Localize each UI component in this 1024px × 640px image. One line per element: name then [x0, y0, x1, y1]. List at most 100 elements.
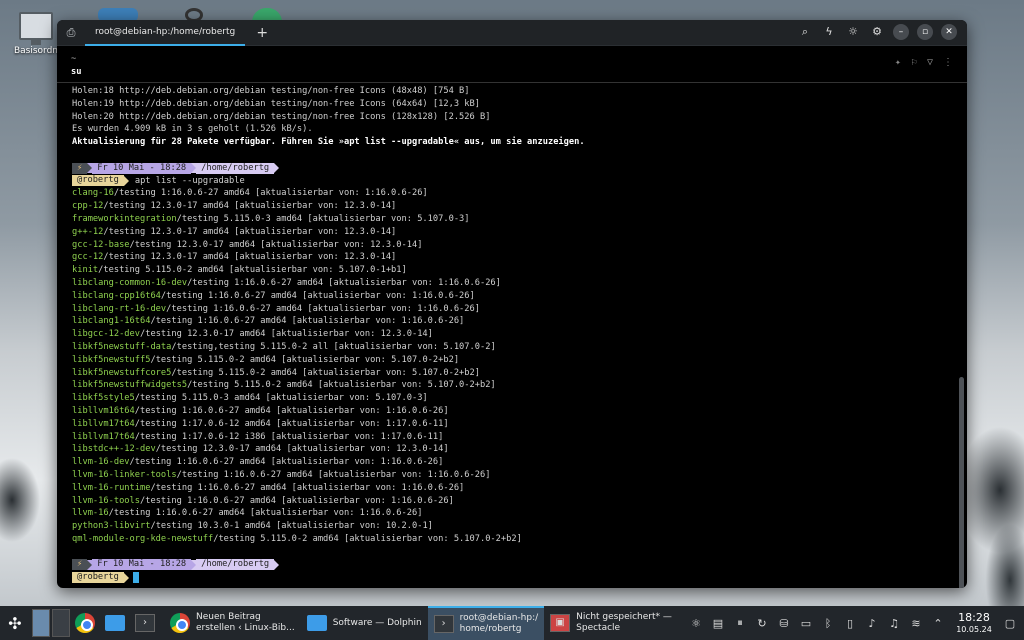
desktop-2[interactable] — [52, 609, 70, 637]
package-details: /testing 1:16.0.6-27 amd64 [aktualisierb… — [160, 290, 475, 301]
terminal-icon: › — [433, 615, 454, 633]
package-line: libllvm17t64/testing 1:17.0.6-12 amd64 [… — [72, 418, 952, 431]
package-line: libkf5newstuffwidgets5/testing 5.115.0-2… — [72, 379, 952, 392]
show-desktop-icon[interactable]: ▢ — [1002, 617, 1018, 630]
clock[interactable]: 18:28 10.05.24 — [952, 612, 996, 635]
package-name: gcc-12 — [72, 252, 104, 263]
folder-icon — [306, 615, 327, 631]
package-name: clang-16 — [72, 188, 114, 199]
package-details: /testing 1:16.0.6-27 amd64 [aktualisierb… — [140, 495, 454, 506]
maximize-button[interactable]: ▫ — [917, 24, 933, 40]
battery-icon[interactable]: ▯ — [842, 617, 858, 630]
prompt: ⚡ Fr 10 Mai - 18:28 /home/robertg — [72, 162, 952, 175]
package-details: /testing 12.3.0-17 amd64 [aktualisierbar… — [103, 226, 397, 237]
close-button[interactable]: ✕ — [941, 24, 957, 40]
disk-icon[interactable]: ⛁ — [776, 617, 792, 630]
terminal-launcher[interactable]: › — [130, 606, 160, 640]
minimize-button[interactable]: – — [893, 24, 909, 40]
prompt-input-line[interactable]: @robertg — [72, 571, 952, 584]
terminal-area[interactable]: ~ su ✦ ⚐ ▽ ⋮ Holen:18 http://deb.debian.… — [57, 47, 967, 588]
package-details: /testing 12.3.0-17 amd64 [aktualisierbar… — [103, 252, 397, 263]
prompt-date: Fr 10 Mai - 18:28 — [92, 559, 192, 571]
desktop-1[interactable] — [32, 609, 50, 637]
taskbar: ✣ › Neuen Beitrag erstellen ‹ Linux-Bib.… — [0, 606, 1024, 640]
task-dolphin[interactable]: Software — Dolphin — [301, 606, 428, 640]
clipboard-icon[interactable]: ▤ — [710, 617, 726, 630]
package-details: /testing 1:16.0.6-27 amd64 [aktualisierb… — [108, 508, 423, 519]
package-line: libstdc++-12-dev/testing 12.3.0-17 amd64… — [72, 443, 952, 456]
output-line: Holen:20 http://deb.debian.org/debian te… — [72, 111, 491, 122]
package-line: gcc-12-base/testing 12.3.0-17 amd64 [akt… — [72, 239, 952, 252]
package-name: libllvm17t64 — [72, 431, 135, 442]
wifi-icon[interactable]: ≋ — [908, 617, 924, 630]
bolt-icon: ⚡ — [72, 162, 88, 174]
package-name: qml-module-org-kde-newstuff — [72, 533, 214, 544]
package-line: kinit/testing 5.115.0-2 amd64 [aktualisi… — [72, 264, 952, 277]
folder-icon — [105, 615, 125, 631]
package-name: frameworkintegration — [72, 213, 177, 224]
package-name: g++-12 — [72, 226, 104, 237]
desktop-folder-icon[interactable]: Basisordn — [10, 8, 62, 56]
scrollbar[interactable] — [959, 377, 964, 588]
media-pause-icon[interactable]: ⏸ — [732, 616, 748, 630]
chevron-up-icon[interactable]: ⌃ — [930, 617, 946, 630]
book-icon[interactable]: ⎙ — [57, 26, 85, 40]
lightbulb-icon[interactable]: ☼ — [845, 24, 861, 40]
output-line: Es wurden 4.909 kB in 3 s geholt (1.526 … — [72, 124, 313, 135]
prompt-dir: /home/robertg — [196, 162, 275, 174]
task-spectacle[interactable]: ▣ Nicht gespeichert* — Spectacle — [544, 606, 678, 640]
package-line: g++-12/testing 12.3.0-17 amd64 [aktualis… — [72, 226, 952, 239]
package-name: libclang-common-16-dev — [72, 277, 188, 288]
package-line: llvm-16-tools/testing 1:16.0.6-27 amd64 … — [72, 495, 952, 508]
header-path: ~ — [71, 54, 77, 64]
volume-icon[interactable]: ♪ — [864, 617, 880, 630]
package-details: /testing 1:16.0.6-27 amd64 [aktualisierb… — [166, 303, 480, 314]
package-details: /testing 12.3.0-17 amd64 [aktualisierbar… — [155, 444, 449, 455]
search-icon[interactable]: ⌕ — [797, 24, 813, 40]
chrome-launcher[interactable] — [70, 606, 100, 640]
app-launcher-icon[interactable]: ✣ — [0, 606, 30, 640]
bookmark-icon[interactable]: ⚐ — [911, 57, 917, 68]
clock-date: 10.05.24 — [956, 624, 992, 634]
dolphin-launcher[interactable] — [100, 606, 130, 640]
menu-icon[interactable]: ⋮ — [943, 57, 953, 68]
package-line: libclang-common-16-dev/testing 1:16.0.6-… — [72, 277, 952, 290]
task-konsole[interactable]: › root@debian-hp:/ home/robertg — [427, 606, 545, 640]
virtual-desktop-pager[interactable] — [32, 609, 70, 637]
new-tab-button[interactable]: + — [253, 25, 271, 41]
package-name: libkf5newstuffcore5 — [72, 367, 172, 378]
filter-icon[interactable]: ▽ — [927, 57, 933, 68]
package-details: /testing 1:17.0.6-12 i386 [aktualisierba… — [134, 431, 444, 442]
package-name: llvm-16-linker-tools — [72, 469, 177, 480]
prompt-user: @robertg — [72, 175, 124, 187]
divider — [57, 82, 967, 83]
network-monitor-icon[interactable]: ⚛ — [688, 617, 704, 630]
terminal-output: Holen:18 http://deb.debian.org/debian te… — [72, 85, 952, 584]
spectacle-icon: ▣ — [550, 614, 571, 632]
update-icon[interactable]: ↻ — [754, 617, 770, 630]
package-name: llvm-16 — [72, 508, 109, 519]
display-icon[interactable]: ▭ — [798, 617, 814, 630]
package-line: libkf5newstuff5/testing 5.115.0-2 amd64 … — [72, 354, 952, 367]
package-details: /testing 10.3.0-1 amd64 [aktualisierbar … — [150, 521, 433, 532]
pin-icon[interactable]: ✦ — [895, 57, 901, 68]
package-name: libllvm17t64 — [72, 418, 135, 429]
package-line: libkf5newstuff-data/testing,testing 5.11… — [72, 341, 952, 354]
package-line: libgcc-12-dev/testing 12.3.0-17 amd64 [a… — [72, 328, 952, 341]
task-chrome[interactable]: Neuen Beitrag erstellen ‹ Linux-Bib... — [164, 606, 301, 640]
tab-terminal[interactable]: root@debian-hp:/home/robertg — [85, 20, 246, 46]
command-text: apt list --upgradable — [134, 175, 245, 186]
gear-icon[interactable]: ⚙ — [869, 24, 885, 40]
bolt-icon: ⚡ — [72, 559, 88, 571]
mute-icon[interactable]: ♫ — [886, 617, 902, 630]
lightning-icon[interactable]: ϟ — [821, 24, 837, 40]
package-details: /testing 5.115.0-3 amd64 [aktualisierbar… — [176, 213, 470, 224]
package-details: /testing 1:16.0.6-27 amd64 [aktualisierb… — [129, 457, 444, 468]
chrome-icon — [75, 613, 95, 633]
konsole-window: ⎙ root@debian-hp:/home/robertg + ⌕ ϟ ☼ ⚙… — [57, 20, 967, 588]
titlebar: ⎙ root@debian-hp:/home/robertg + ⌕ ϟ ☼ ⚙… — [57, 20, 967, 46]
package-line: libkf5style5/testing 5.115.0-3 amd64 [ak… — [72, 392, 952, 405]
bluetooth-icon[interactable]: ᛒ — [820, 617, 836, 630]
package-line: llvm-16-dev/testing 1:16.0.6-27 amd64 [a… — [72, 456, 952, 469]
